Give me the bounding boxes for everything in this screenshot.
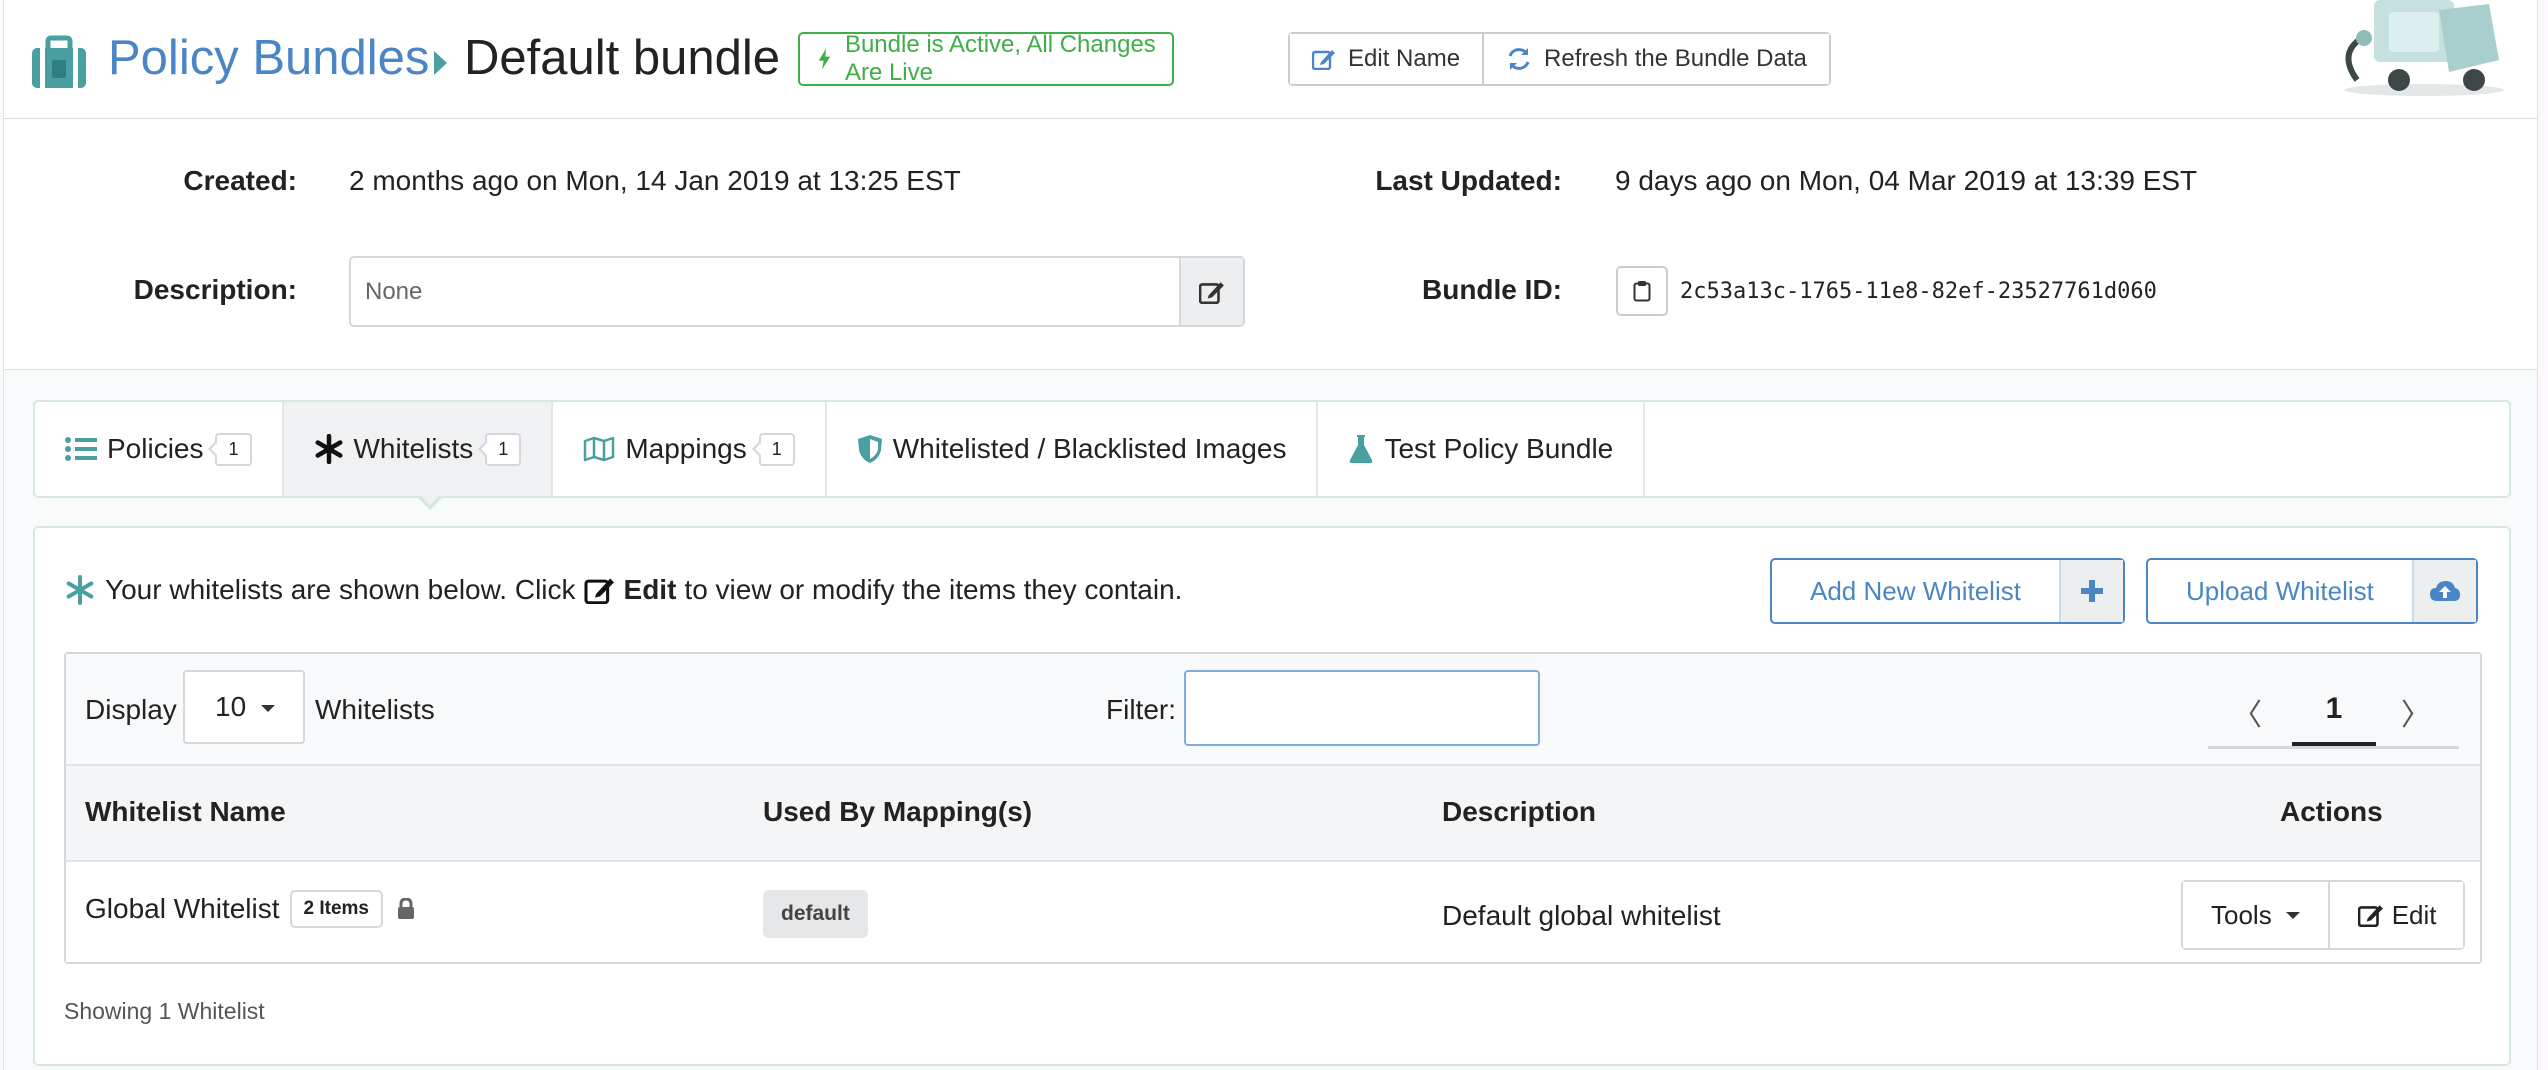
tab-whitelists[interactable]: Whitelists 1 <box>283 402 554 496</box>
page: Policy Bundles Default bundle Bundle is … <box>3 0 2538 1070</box>
page-size-suffix: Whitelists <box>315 694 435 725</box>
breadcrumb-separator-icon <box>434 51 447 75</box>
prev-page-button[interactable]: 〈 <box>2232 690 2262 734</box>
pagination: 〈 1 〉 <box>2208 674 2459 749</box>
row-actions: Tools Edit <box>2181 880 2465 950</box>
flask-icon <box>1350 435 1373 463</box>
edit-name-button[interactable]: Edit Name <box>1290 34 1483 84</box>
edit-icon <box>1312 50 1335 70</box>
column-header-description[interactable]: Description <box>1442 796 1596 828</box>
bundle-live-status-badge: Bundle is Active, All Changes Are Live <box>798 31 1174 86</box>
bundle-tabs: Policies 1 Whitelists 1 Mappings 1 White… <box>33 400 2511 498</box>
tab-policies[interactable]: Policies 1 <box>35 402 284 496</box>
tab-whitelists-count: 1 <box>478 432 522 466</box>
tab-test-policy-bundle[interactable]: Test Policy Bundle <box>1318 402 1646 496</box>
table-header: Whitelist Name Used By Mapping(s) Descri… <box>66 766 2480 862</box>
page-size-select[interactable]: 10 <box>183 670 305 744</box>
tab-whitelisted-blacklisted-images[interactable]: Whitelisted / Blacklisted Images <box>827 402 1319 496</box>
edit-icon <box>2357 905 2383 927</box>
mapping-tag: default <box>763 890 868 938</box>
briefcase-icon <box>32 35 86 88</box>
filter-input[interactable] <box>1184 670 1540 746</box>
current-page[interactable]: 1 <box>2292 674 2376 746</box>
tab-test-label: Test Policy Bundle <box>1384 433 1614 464</box>
intro-text-pre: Your whitelists are shown below. Click <box>105 574 576 605</box>
column-header-name[interactable]: Whitelist Name <box>85 796 286 828</box>
shield-icon <box>857 435 882 463</box>
description-value: None <box>365 278 423 305</box>
bundle-id-label: Bundle ID: <box>1422 274 1562 305</box>
items-count-badge: 2 Items <box>289 890 383 928</box>
intro-edit-word: Edit <box>623 574 677 605</box>
whitelists-panel: Your whitelists are shown below. Click E… <box>33 526 2511 1066</box>
anchore-robot-illustration <box>2344 0 2504 96</box>
column-header-actions: Actions <box>2280 796 2383 827</box>
tab-images-label: Whitelisted / Blacklisted Images <box>892 433 1287 464</box>
filter-label: Filter: <box>1106 694 1176 725</box>
table-toolbar: Display 10 Whitelists Filter: 〈 1 〉 <box>66 654 2480 766</box>
copy-bundle-id-button[interactable] <box>1616 266 1668 316</box>
edit-description-button[interactable] <box>1179 258 1243 325</box>
header-button-group: Edit Name Refresh the Bundle Data <box>1288 32 1831 86</box>
upload-whitelist-button[interactable]: Upload Whitelist <box>2146 558 2478 624</box>
edit-icon <box>1199 281 1224 304</box>
bolt-icon <box>818 48 831 70</box>
whitelist-name-cell: Global Whitelist 2 Items <box>85 890 415 928</box>
asterisk-icon <box>66 575 94 605</box>
active-tab-pointer-fill <box>419 494 441 505</box>
tab-whitelists-label: Whitelists <box>353 433 474 464</box>
status-badge-text: Bundle is Active, All Changes Are Live <box>844 31 1156 86</box>
tab-policies-count: 1 <box>208 432 252 466</box>
table-row: Global Whitelist 2 Items default Default… <box>66 862 2480 962</box>
plus-icon <box>2058 560 2123 622</box>
chevron-down-icon <box>261 705 275 712</box>
display-label: Display <box>85 694 177 725</box>
cloud-upload-icon <box>2411 560 2476 622</box>
tab-policies-label: Policies <box>107 433 204 464</box>
refresh-icon <box>1508 48 1530 70</box>
bundle-id-value: 2c53a13c-1765-11e8-82ef-23527761d060 <box>1680 279 2157 304</box>
tools-dropdown-button[interactable]: Tools <box>2183 882 2328 948</box>
asterisk-icon <box>314 434 343 464</box>
showing-count: Showing 1 Whitelist <box>64 998 265 1024</box>
whitelists-intro: Your whitelists are shown below. Click E… <box>65 574 1182 606</box>
add-new-whitelist-button[interactable]: Add New Whitelist <box>1770 558 2125 624</box>
description-field[interactable]: None <box>349 256 1245 327</box>
description-label: Description: <box>133 274 297 305</box>
tab-mappings[interactable]: Mappings 1 <box>553 402 827 496</box>
list-icon <box>65 437 97 461</box>
tab-mappings-label: Mappings <box>625 433 747 464</box>
last-updated-label: Last Updated: <box>1375 165 1562 196</box>
created-value: 2 months ago on Mon, 14 Jan 2019 at 13:2… <box>349 165 961 196</box>
breadcrumb-policy-bundles-link[interactable]: Policy Bundles <box>108 30 429 86</box>
map-icon <box>584 436 615 462</box>
refresh-label: Refresh the Bundle Data <box>1544 45 1807 72</box>
bundle-metadata: Created: 2 months ago on Mon, 14 Jan 201… <box>4 119 2537 370</box>
intro-text-post: to view or modify the items they contain… <box>684 574 1183 605</box>
page-size-value: 10 <box>215 691 247 722</box>
whitelist-description: Default global whitelist <box>1442 900 1721 931</box>
edit-label: Edit <box>2391 899 2437 930</box>
tab-mappings-count: 1 <box>751 432 795 466</box>
refresh-bundle-button[interactable]: Refresh the Bundle Data <box>1482 34 1829 84</box>
tools-label: Tools <box>2211 899 2272 930</box>
lock-icon <box>398 898 414 919</box>
edit-icon <box>584 578 614 604</box>
chevron-down-icon <box>2285 911 2300 919</box>
whitelists-table: Display 10 Whitelists Filter: 〈 1 〉 Whit… <box>64 652 2482 964</box>
column-header-mappings[interactable]: Used By Mapping(s) <box>763 796 1032 828</box>
edit-whitelist-button[interactable]: Edit <box>2327 882 2463 948</box>
add-whitelist-label: Add New Whitelist <box>1810 575 2021 606</box>
page-title: Default bundle <box>464 31 781 85</box>
edit-name-label: Edit Name <box>1348 45 1461 72</box>
last-updated-value: 9 days ago on Mon, 04 Mar 2019 at 13:39 … <box>1615 165 2198 196</box>
created-label: Created: <box>183 165 297 196</box>
whitelist-name: Global Whitelist <box>85 893 280 924</box>
upload-whitelist-label: Upload Whitelist <box>2186 575 2374 606</box>
page-header: Policy Bundles Default bundle Bundle is … <box>4 0 2537 119</box>
clipboard-icon <box>1633 281 1651 302</box>
next-page-button[interactable]: 〉 <box>2401 690 2431 734</box>
